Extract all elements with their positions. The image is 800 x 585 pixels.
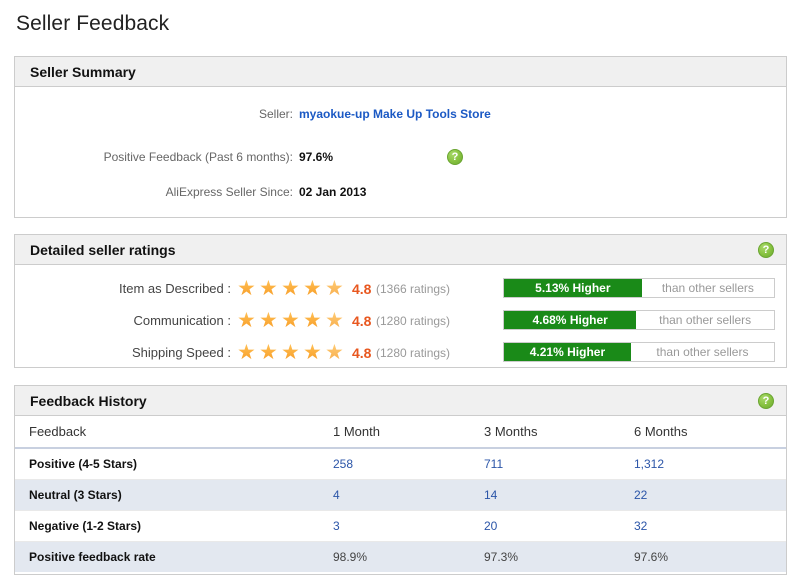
dsr-delta-label: 4.21% Higher [504,343,631,361]
cell-positive-3-months: 711 [470,448,620,480]
seller-name-link[interactable]: myaokue-up Make Up Tools Store [299,107,491,121]
star-icon: ★ [303,342,325,363]
table-header-row: Feedback 1 Month 3 Months 6 Months [15,416,786,449]
summary-row-seller-since: AliExpress Seller Since: 02 Jan 2013 [15,185,786,205]
star-icon: ★ [325,342,347,363]
star-icon: ★ [303,310,325,331]
column-header-6-months: 6 Months [620,416,786,449]
dsr-comparison-bar: 4.21% Higher than other sellers [503,342,775,362]
dsr-comparison-suffix: than other sellers [659,313,752,327]
cell-neutral-3-months: 14 [470,479,620,511]
row-label-neutral: Neutral (3 Stars) [15,479,319,511]
dsr-score: 4.8 [352,281,372,297]
cell-negative-6-months: 32 [620,510,786,542]
cell-rate-6-months: 97.6% [620,541,786,572]
dsr-comparison-suffix: than other sellers [661,281,754,295]
cell-neutral-1-month: 4 [319,479,470,511]
dsr-label: Shipping Speed : [131,345,231,360]
dsr-row-communication: Communication : ★ ★ ★ ★ ★ 4.8 (1280 ratings)… [15,309,786,339]
cell-rate-3-months: 97.3% [470,541,620,572]
dsr-delta-label: 5.13% Higher [504,279,642,297]
column-header-3-months: 3 Months [470,416,620,449]
summary-value-seller-since: 02 Jan 2013 [299,185,367,199]
summary-row-seller: Seller: myaokue-up Make Up Tools Store [15,107,786,127]
row-label-positive-rate: Positive feedback rate [15,541,319,572]
summary-label-seller: Seller: [258,107,293,121]
dsr-comparison-suffix: than other sellers [656,345,749,359]
star-icon: ★ [237,278,259,299]
cell-positive-1-month: 258 [319,448,470,480]
dsr-score: 4.8 [352,313,372,329]
seller-summary-panel: Seller Summary Seller: myaokue-up Make U… [14,56,787,218]
star-icon: ★ [325,310,347,331]
star-icon: ★ [259,278,281,299]
star-icon: ★ [281,342,303,363]
dsr-delta-label: 4.68% Higher [504,311,637,329]
dsr-label: Communication : [133,313,231,328]
cell-negative-3-months: 20 [470,510,620,542]
detailed-ratings-header: Detailed seller ratings ? [15,235,786,265]
star-icon: ★ [237,310,259,331]
star-icon: ★ [237,342,259,363]
summary-value-positive-feedback: 97.6% [299,150,334,164]
dsr-row-shipping-speed: Shipping Speed : ★ ★ ★ ★ ★ 4.8 (1280 ratings… [15,341,786,371]
seller-summary-title: Seller Summary [30,64,136,80]
star-rating: ★ ★ ★ ★ ★ [237,342,347,363]
dsr-label: Item as Described : [119,281,231,296]
cell-rate-1-month: 98.9% [319,541,470,572]
star-icon: ★ [281,278,303,299]
star-icon: ★ [325,278,347,299]
table-row: Negative (1-2 Stars) 3 20 32 [15,510,786,542]
star-icon: ★ [303,278,325,299]
cell-positive-6-months: 1,312 [620,448,786,480]
table-row: Positive (4-5 Stars) 258 711 1,312 [15,448,786,480]
cell-negative-1-month: 3 [319,510,470,542]
summary-label-seller-since: AliExpress Seller Since: [165,185,293,199]
page-title: Seller Feedback [16,12,170,35]
feedback-history-header: Feedback History ? [15,386,786,416]
star-icon: ★ [259,310,281,331]
dsr-row-item-as-described: Item as Described : ★ ★ ★ ★ ★ 4.8 (1366 rati… [15,277,786,307]
help-icon[interactable]: ? [758,242,774,258]
dsr-score: 4.8 [352,345,372,361]
star-rating: ★ ★ ★ ★ ★ [237,278,347,299]
seller-summary-header: Seller Summary [15,57,786,87]
feedback-history-table: Feedback 1 Month 3 Months 6 Months Posit… [15,416,786,572]
feedback-history-panel: Feedback History ? Feedback 1 Month 3 Mo… [14,385,787,575]
dsr-count: (1280 ratings) [376,314,451,328]
table-row: Positive feedback rate 98.9% 97.3% 97.6% [15,541,786,572]
summary-row-positive-feedback: Positive Feedback (Past 6 months): 97.6%… [15,149,786,170]
star-rating: ★ ★ ★ ★ ★ [237,310,347,331]
star-icon: ★ [281,310,303,331]
dsr-comparison-bar: 4.68% Higher than other sellers [503,310,775,330]
detailed-seller-ratings-panel: Detailed seller ratings ? Item as Descri… [14,234,787,368]
dsr-count: (1366 ratings) [376,282,451,296]
table-row: Neutral (3 Stars) 4 14 22 [15,479,786,511]
cell-neutral-6-months: 22 [620,479,786,511]
feedback-history-title: Feedback History [30,393,147,409]
detailed-ratings-title: Detailed seller ratings [30,242,176,258]
column-header-feedback: Feedback [15,416,319,449]
column-header-1-month: 1 Month [319,416,470,449]
row-label-positive: Positive (4-5 Stars) [15,448,319,480]
star-icon: ★ [259,342,281,363]
summary-label-positive-feedback: Positive Feedback (Past 6 months): [103,150,293,164]
dsr-comparison-bar: 5.13% Higher than other sellers [503,278,775,298]
help-icon[interactable]: ? [758,393,774,409]
help-icon[interactable]: ? [447,149,463,165]
dsr-count: (1280 ratings) [376,346,451,360]
row-label-negative: Negative (1-2 Stars) [15,510,319,542]
